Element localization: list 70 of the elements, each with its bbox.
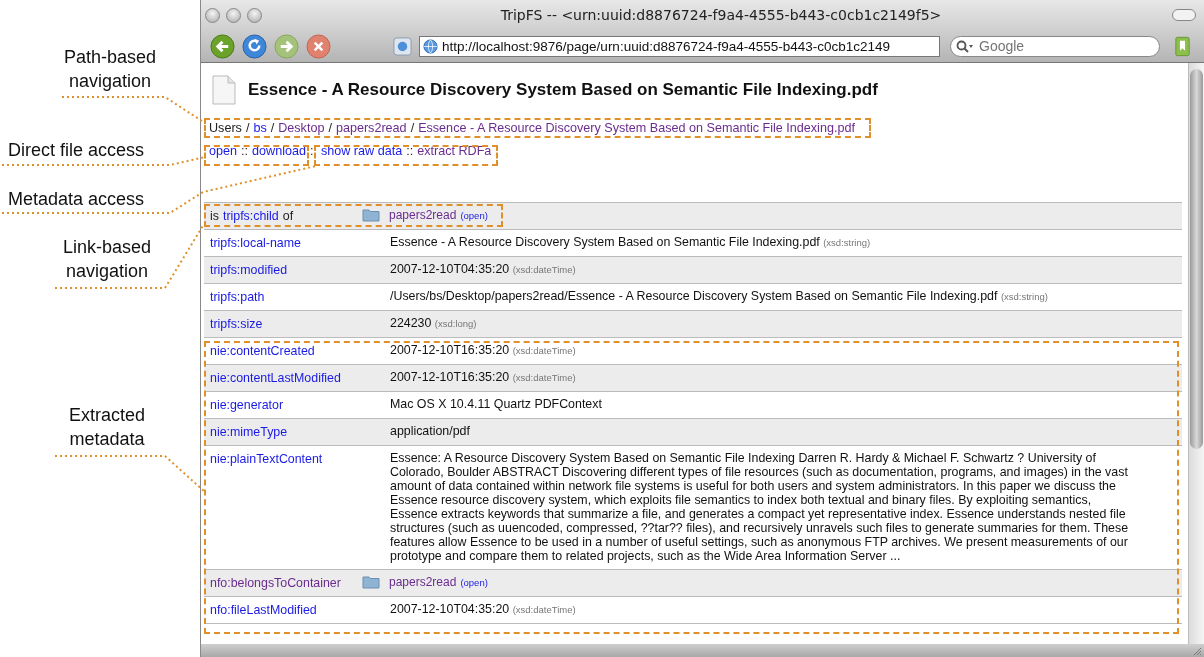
property-link[interactable]: tripfs:size [210, 317, 263, 331]
separator: / [410, 121, 415, 135]
bookmark-icon[interactable] [1175, 35, 1190, 57]
action-link[interactable]: show raw data [320, 144, 403, 158]
value-text: 2007-12-10T16:35:20 (xsd:dateTime) [390, 343, 577, 358]
open-link[interactable]: (open) [460, 209, 488, 221]
separator: / [270, 121, 275, 135]
resource-link[interactable]: papers2read [389, 575, 457, 589]
search-icon [956, 39, 974, 54]
action-link[interactable]: download [252, 144, 306, 158]
toolbar-toggle-button[interactable] [1172, 9, 1196, 21]
annotation-label: Path-based navigation [62, 46, 158, 93]
globe-icon [423, 38, 438, 54]
separator: / [328, 121, 332, 135]
breadcrumb-item: Users [209, 121, 242, 135]
property-link[interactable]: nfo:fileLastModified [210, 603, 317, 617]
annotation-label: Direct file access [8, 139, 145, 162]
action-link[interactable]: extract RDFa [417, 144, 492, 158]
value-text: 2007-12-10T16:35:20 (xsd:dateTime) [390, 370, 577, 385]
forward-icon[interactable] [274, 33, 299, 59]
value-text: Essence - A Resource Discovery System Based on Semantic File Indexing.pdf (xsd:string) [390, 235, 872, 250]
resource-link[interactable]: papers2read [389, 208, 457, 222]
property-link[interactable]: tripfs:child [222, 209, 279, 223]
search-field[interactable]: Google [950, 35, 1160, 57]
reload-icon[interactable] [242, 33, 267, 59]
property-link[interactable]: nie:mimeType [210, 425, 288, 439]
value-text: application/pdf [390, 424, 471, 438]
zoom-button[interactable] [247, 7, 262, 23]
annotation-label: Link-based navigation [61, 236, 153, 283]
value-text: 2007-12-10T04:35:20 (xsd:dateTime) [390, 602, 577, 617]
action-link[interactable]: open [209, 144, 238, 158]
property-link[interactable]: nie:plainTextContent [210, 452, 323, 466]
value-text: Mac OS X 10.4.11 Quartz PDFContext [390, 397, 603, 411]
breadcrumb-link[interactable]: bs [253, 121, 267, 135]
document-icon [212, 75, 236, 105]
property-link[interactable]: nfo:belongsToContainer [210, 576, 341, 590]
value-text: Essence: A Resource Discovery System Based on Semantic File Indexing Darren R. Hardy & Michael F. Schwartz ? University of Colorado, Boulder ABSTRACT Discovering different types of file resources (such as documentation, programs, and images) in the vast amount of data contained within network file systems is useful for both users and system administrators. In this paper we discuss the Essence resource discovery system, which exploits file semantics to index both textual and binary files. By exploiting semantics, Essence extracts keywords that summarize a file, and generates a compact yet representative index. Essence understands nested file structures (such as uuencoded, compressed, ??tar?? files), and recursively unravels such files to generate summaries for them. These features allow Essence to be used in a number of useful settings, such as anonymous FTP archives. We present measurements of our prototype and compare them to related projects, such as the Wide Area Information Server ... [390, 451, 1130, 563]
annotation-label: Extracted metadata [67, 404, 146, 451]
breadcrumb-link[interactable]: Desktop [278, 121, 325, 135]
property-link[interactable]: tripfs:modified [210, 263, 288, 277]
separator: :: [309, 144, 317, 158]
value-text: 224230 (xsd:long) [390, 316, 478, 331]
folder-icon [362, 208, 380, 222]
value-text: /Users/bs/Desktop/papers2read/Essence - A Resource Discovery System Based on Semantic File Indexing.pdf (xsd:string) [390, 289, 1049, 304]
scrollbar[interactable] [1188, 63, 1204, 644]
value-text: 2007-12-10T04:35:20 (xsd:dateTime) [390, 262, 577, 277]
separator: / [245, 121, 250, 135]
folder-icon [362, 575, 380, 589]
property-link[interactable]: tripfs:local-name [210, 236, 301, 250]
row-text: of [282, 209, 294, 223]
breadcrumb-link[interactable]: Essence - A Resource Discovery System Based on Semantic File Indexing.pdf [418, 121, 855, 135]
minimize-button[interactable] [226, 7, 241, 23]
annotation-label: Metadata access [8, 188, 145, 211]
page-title: Essence - A Resource Discovery System Based on Semantic File Indexing.pdf [248, 80, 878, 100]
scroll-thumb[interactable] [1190, 69, 1203, 449]
address-field[interactable]: http://localhost:9876/page/urn:uuid:d8876724-f9a4-4555-b443-c0cb1c2149 [419, 35, 940, 57]
back-icon[interactable] [210, 33, 235, 59]
separator: :: [241, 144, 249, 158]
property-link[interactable]: nie:generator [210, 398, 284, 412]
property-link[interactable]: nie:contentCreated [210, 344, 315, 358]
separator: :: [406, 144, 414, 158]
property-link[interactable]: nie:contentLastModified [210, 371, 341, 385]
open-link[interactable]: (open) [460, 576, 488, 588]
window-title: TripFS -- <urn:uuid:d8876724-f9a4-4555-b443-c0cb1c2149f5> [499, 7, 943, 23]
resize-grip-icon[interactable] [1192, 645, 1202, 656]
row-text: is [210, 209, 219, 223]
breadcrumb-link[interactable]: papers2read [335, 121, 407, 135]
close-button[interactable] [205, 7, 220, 23]
property-link[interactable]: tripfs:path [210, 290, 265, 304]
stop-icon[interactable] [306, 33, 331, 59]
